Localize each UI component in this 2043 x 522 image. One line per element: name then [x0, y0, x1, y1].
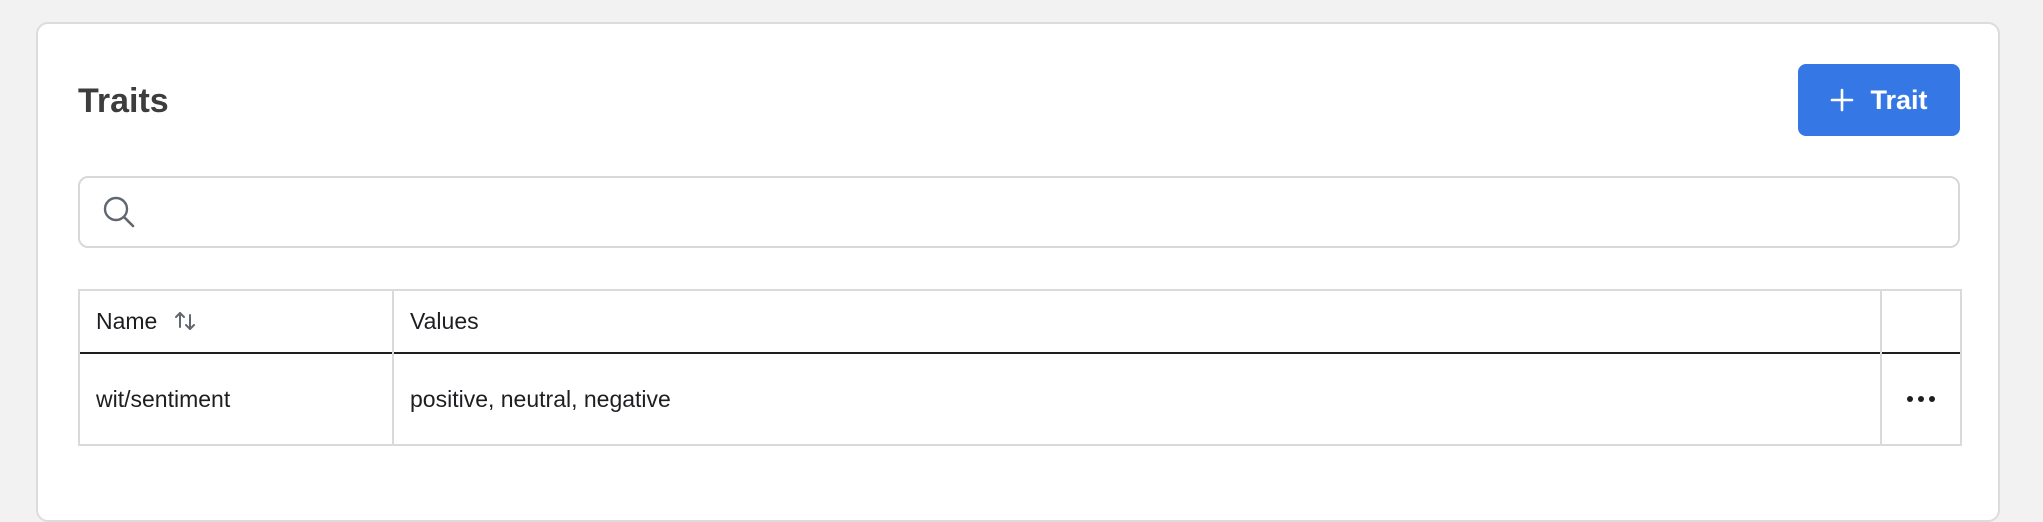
plus-icon [1831, 88, 1854, 112]
traits-panel: Traits Trait Name Values wit/sentiment p… [36, 22, 2000, 522]
trait-name-cell[interactable]: wit/sentiment [78, 353, 394, 445]
search-input[interactable] [150, 181, 1938, 243]
more-horizontal-icon [1907, 396, 1935, 402]
add-trait-button[interactable]: Trait [1798, 64, 1960, 136]
page-title: Traits [78, 82, 169, 120]
traits-table: Name Values wit/sentiment positive, neut… [78, 289, 1962, 446]
table-row[interactable]: wit/sentiment positive, neutral, negativ… [78, 353, 1962, 445]
column-header-name[interactable]: Name [78, 290, 394, 353]
row-actions-cell [1880, 353, 1962, 445]
search-icon [103, 196, 135, 228]
trait-values-cell: positive, neutral, negative [392, 353, 1882, 445]
add-trait-button-label: Trait [1870, 84, 1928, 115]
search-box[interactable] [78, 176, 1960, 248]
row-actions-button[interactable] [1883, 369, 1959, 429]
column-header-values: Values [392, 290, 1882, 353]
sort-icon[interactable] [174, 310, 196, 332]
column-header-actions [1880, 290, 1962, 353]
column-header-name-label: Name [96, 308, 158, 334]
table-header-row: Name Values [78, 290, 1962, 353]
